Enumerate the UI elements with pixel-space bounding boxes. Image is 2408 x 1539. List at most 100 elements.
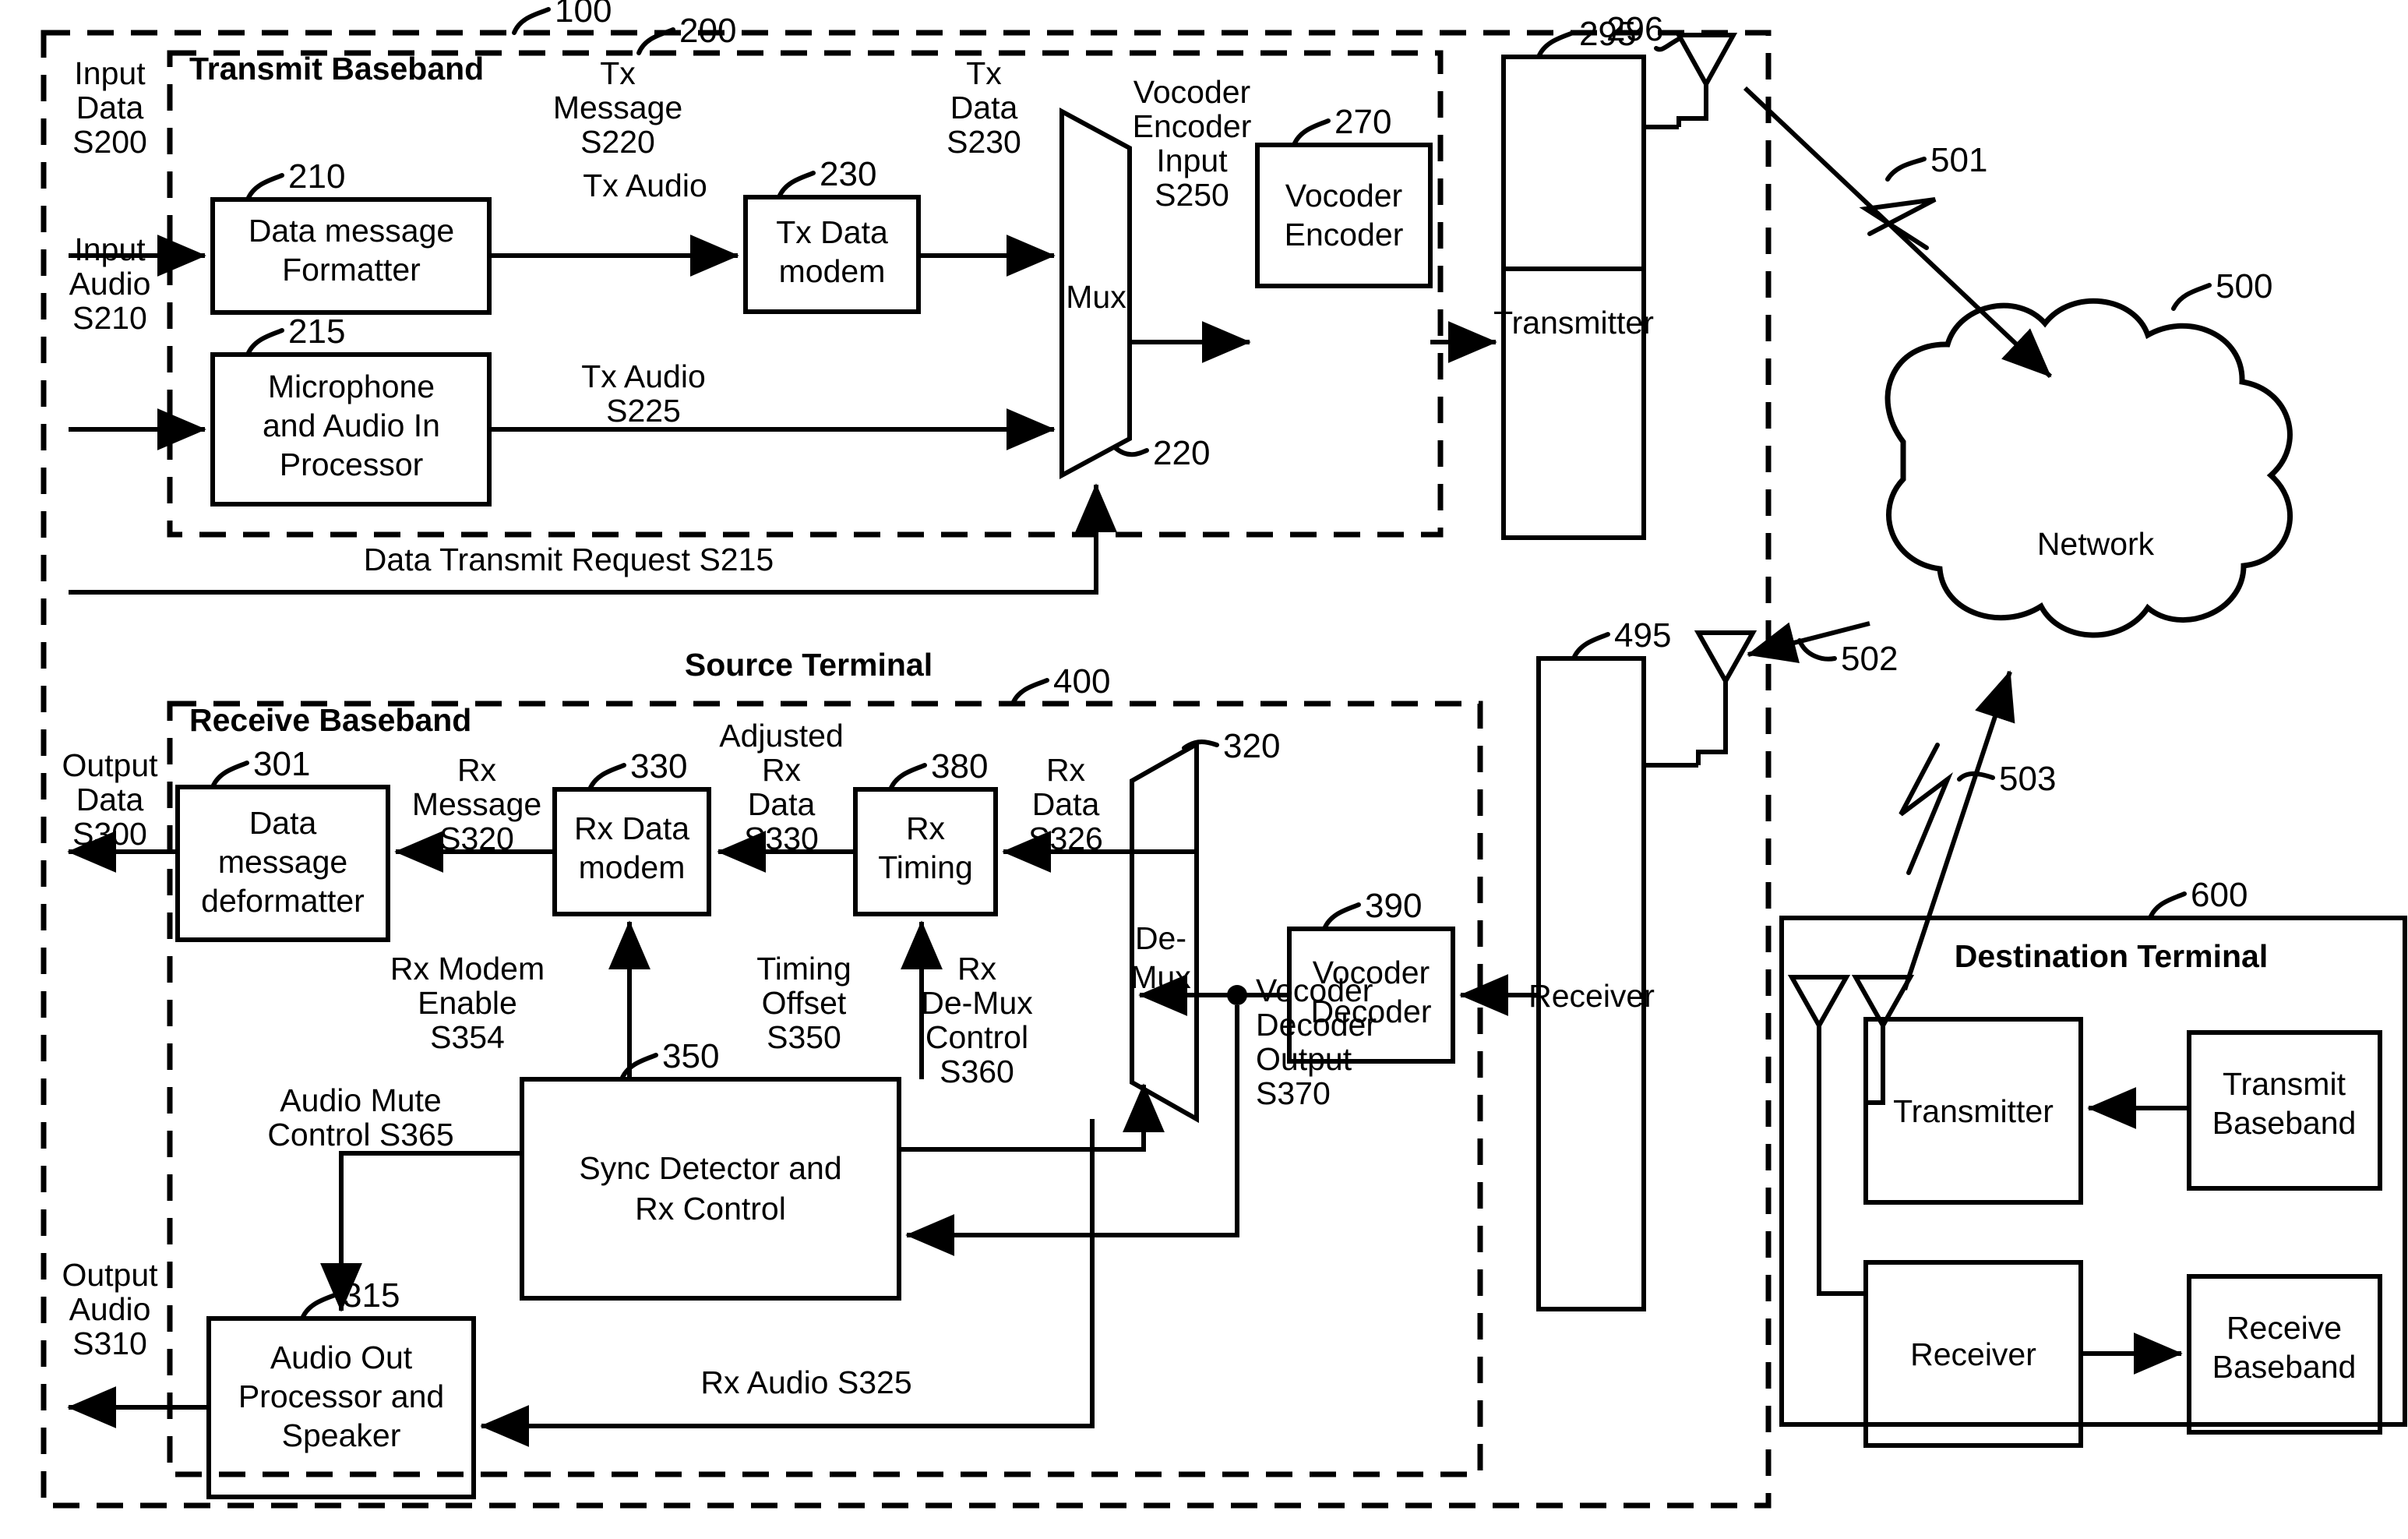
numeral-495: 495 xyxy=(1614,616,1671,655)
block-label-mux: Mux xyxy=(1066,279,1126,315)
numeral-270: 270 xyxy=(1334,103,1391,141)
signal-tx-message-l3: S220 xyxy=(580,124,655,160)
block-label-dmf-l1: Data message xyxy=(249,213,454,249)
transmitter-box xyxy=(1501,55,1646,271)
tx-antenna-icon xyxy=(1674,33,1738,90)
signal-vdo-l3: Output xyxy=(1256,1041,1352,1077)
dest-antenna-1-stem xyxy=(1817,1025,1866,1296)
block-label-rxtiming-l2: Timing xyxy=(878,849,973,885)
block-label-dmd-l3: deformatter xyxy=(201,883,365,919)
signal-ard-l3: Data xyxy=(748,786,816,822)
block-label-dmd-l1: Data xyxy=(249,805,317,841)
numeral-501: 501 xyxy=(1930,141,1987,179)
block-label-dest-tb-l1: Transmit xyxy=(2223,1066,2346,1102)
dest-antenna-1-icon xyxy=(1787,975,1851,1031)
numeral-503: 503 xyxy=(1999,760,2056,798)
leader-495 xyxy=(1571,632,1610,661)
leader-270 xyxy=(1292,118,1331,147)
signal-rme-l1: Rx Modem xyxy=(390,951,545,987)
block-label-demux-l2: Mux xyxy=(1130,959,1191,995)
signal-vei-l2: Encoder xyxy=(1133,108,1252,144)
signal-input-audio-l3: S210 xyxy=(72,300,147,336)
leader-301 xyxy=(210,761,249,789)
block-label-audioout-l3: Speaker xyxy=(282,1417,401,1453)
block-label-dest-receiver: Receiver xyxy=(1910,1336,2036,1372)
patent-figure: 100 200 210 215 220 230 270 295 296 301 … xyxy=(0,0,2408,1539)
leader-100 xyxy=(512,7,551,35)
leader-295 xyxy=(1536,30,1575,59)
signal-rx-audio: Rx Audio S325 xyxy=(700,1364,911,1400)
block-label-rxmodem-l2: modem xyxy=(579,849,686,885)
leader-230 xyxy=(777,171,816,199)
numeral-390: 390 xyxy=(1365,887,1422,925)
block-vocoder-encoder xyxy=(1255,143,1433,288)
block-label-dest-rb-l1: Receive xyxy=(2226,1310,2342,1346)
block-label-mic-l2: and Audio In xyxy=(263,408,440,443)
signal-rx-data-l2: Data xyxy=(1032,786,1100,822)
transmitter-shape xyxy=(1501,55,1646,271)
leader-210 xyxy=(245,173,284,202)
numeral-500: 500 xyxy=(2216,267,2272,305)
transmitter-edge xyxy=(1504,55,1646,269)
numeral-350: 350 xyxy=(662,1037,719,1075)
block-label-dest-transmitter: Transmitter xyxy=(1893,1093,2054,1129)
label-destination-terminal: Destination Terminal xyxy=(1955,938,2268,974)
block-label-sync-l1: Sync Detector and xyxy=(579,1150,841,1186)
signal-output-audio-l3: S310 xyxy=(72,1325,147,1361)
signal-vei-l3: Input xyxy=(1156,143,1228,178)
leader-502 xyxy=(1797,638,1837,662)
leader-400 xyxy=(1010,678,1049,706)
block-label-audioout-l2: Processor and xyxy=(238,1378,444,1414)
network-cloud xyxy=(1884,298,2293,638)
signal-rdc-l3: Control xyxy=(925,1019,1028,1055)
numeral-215: 215 xyxy=(288,312,345,351)
block-label-sync-l2: Rx Control xyxy=(635,1191,786,1227)
block-label-demux-l1: De- xyxy=(1135,920,1186,956)
block-label-audioout-l1: Audio Out xyxy=(270,1340,413,1375)
signal-tx-audio-line1: Tx Audio xyxy=(581,358,706,394)
block-label-dmf-l2: Formatter xyxy=(282,252,421,288)
link-503-break xyxy=(1899,743,1953,875)
label-receive-baseband: Receive Baseband xyxy=(189,702,471,738)
block-label-rxmodem-l1: Rx Data xyxy=(574,810,689,846)
dest-antenna-2-stem xyxy=(1866,1025,1885,1105)
numeral-315: 315 xyxy=(343,1276,400,1315)
signal-vdo-l2: Decoder xyxy=(1256,1007,1377,1043)
link-501-break xyxy=(1859,197,1937,250)
leader-350 xyxy=(619,1053,658,1082)
signal-vei-l4: S250 xyxy=(1155,177,1229,213)
signal-tx-data-l3: S230 xyxy=(947,124,1021,160)
signal-tx-audio-line2: S225 xyxy=(606,393,681,429)
signal-amc-l1: Audio Mute xyxy=(280,1082,441,1118)
signal-vei-l1: Vocoder xyxy=(1133,74,1250,110)
leader-501 xyxy=(1885,157,1927,182)
transmitter-rect xyxy=(1501,55,1646,271)
block-transmitter-body-top xyxy=(1501,55,1646,271)
transmitter-full-box xyxy=(1501,55,1646,540)
leader-600 xyxy=(2148,891,2187,920)
signal-amc-l2: Control S365 xyxy=(267,1117,453,1152)
numeral-502: 502 xyxy=(1841,640,1898,678)
block-label-rxtiming-l1: Rx xyxy=(906,810,946,846)
signal-rx-data-l3: S326 xyxy=(1028,821,1103,856)
signal-output-audio-l2: Audio xyxy=(69,1291,151,1327)
signal-tx-message-l1: Tx xyxy=(600,55,636,91)
signal-ard-l2: Rx xyxy=(762,752,802,788)
numeral-210: 210 xyxy=(288,157,345,196)
leader-315 xyxy=(300,1292,339,1321)
signal-rme-l2: Enable xyxy=(418,985,517,1021)
signal-input-audio-l2: Audio xyxy=(69,266,151,302)
leader-500 xyxy=(2171,283,2212,311)
signal-rdc-l1: Rx xyxy=(957,951,997,987)
tx-antenna-stem xyxy=(1676,84,1708,127)
signal-tx-message-l2: Message xyxy=(553,90,682,125)
label-source-terminal: Source Terminal xyxy=(685,647,933,683)
block-sync-detector-rx-control xyxy=(520,1077,901,1301)
signal-input-data-l2: Data xyxy=(76,90,144,125)
numeral-220: 220 xyxy=(1153,434,1210,472)
signal-to-l1: Timing xyxy=(756,951,851,987)
signal-to-l3: S350 xyxy=(767,1019,841,1055)
signal-ard-l1: Adjusted xyxy=(719,718,844,754)
signal-rx-message-l1: Rx xyxy=(457,752,497,788)
signal-to-l2: Offset xyxy=(762,985,847,1021)
